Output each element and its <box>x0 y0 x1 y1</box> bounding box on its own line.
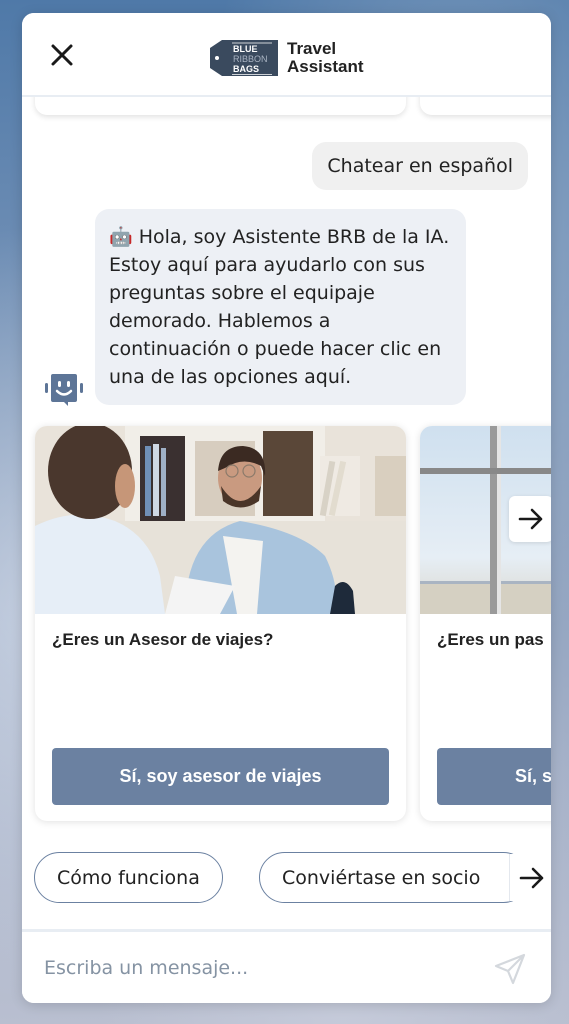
bot-avatar-icon <box>45 374 83 406</box>
close-button[interactable] <box>48 41 76 69</box>
arrow-right-icon <box>519 867 543 888</box>
card-title: ¿Eres un pas <box>437 630 544 649</box>
message-list[interactable]: Chatear en español 🤖 Hola, soy Asistente… <box>22 97 551 929</box>
quick-reply-como-funciona[interactable]: Cómo funciona <box>34 852 223 903</box>
quick-replies-next-button[interactable] <box>509 854 551 901</box>
logo-line-2: RIBBON <box>233 54 268 64</box>
brand-title-line-2: Assistant <box>287 57 364 76</box>
chat-header: BLUE RIBBON BAGS Travel Assistant <box>22 13 551 97</box>
quick-replies: Cómo funciona Conviértase en socio <box>34 852 551 904</box>
message-input[interactable] <box>44 950 474 986</box>
carousel-card: ¿Eres un pas Sí, s <box>420 426 551 821</box>
robot-emoji-icon: 🤖 <box>109 226 133 248</box>
message-composer <box>22 929 551 1003</box>
close-icon <box>51 44 73 66</box>
previous-card <box>35 97 406 115</box>
card-image-office <box>35 426 406 614</box>
luggage-tag-logo: BLUE RIBBON BAGS <box>210 40 278 76</box>
logo-line-1: BLUE <box>233 44 258 54</box>
user-message: Chatear en español <box>312 142 528 190</box>
brand-title-line-1: Travel <box>287 39 337 58</box>
logo-line-3: BAGS <box>233 64 259 74</box>
chat-widget: BLUE RIBBON BAGS Travel Assistant Chatea… <box>22 13 551 1003</box>
quick-reply-conviertase-socio[interactable]: Conviértase en socio <box>259 852 529 903</box>
arrow-right-icon <box>518 508 543 530</box>
travel-advisor-button[interactable]: Sí, soy asesor de viajes <box>52 748 389 805</box>
bot-message: 🤖 Hola, soy Asistente BRB de la IA. Esto… <box>95 209 466 405</box>
passenger-button[interactable]: Sí, s <box>437 748 551 805</box>
bot-message-text: Hola, soy Asistente BRB de la IA. Estoy … <box>109 226 450 388</box>
previous-card <box>420 97 551 115</box>
send-button[interactable] <box>493 952 527 986</box>
card-carousel: ¿Eres un Asesor de viajes? Sí, soy aseso… <box>35 426 551 822</box>
brand-title: Travel Assistant <box>287 40 364 76</box>
send-icon <box>494 953 526 985</box>
card-title: ¿Eres un Asesor de viajes? <box>52 630 274 649</box>
carousel-card: ¿Eres un Asesor de viajes? Sí, soy aseso… <box>35 426 406 821</box>
carousel-next-button[interactable] <box>509 496 551 542</box>
brand-logo: BLUE RIBBON BAGS Travel Assistant <box>208 38 364 78</box>
